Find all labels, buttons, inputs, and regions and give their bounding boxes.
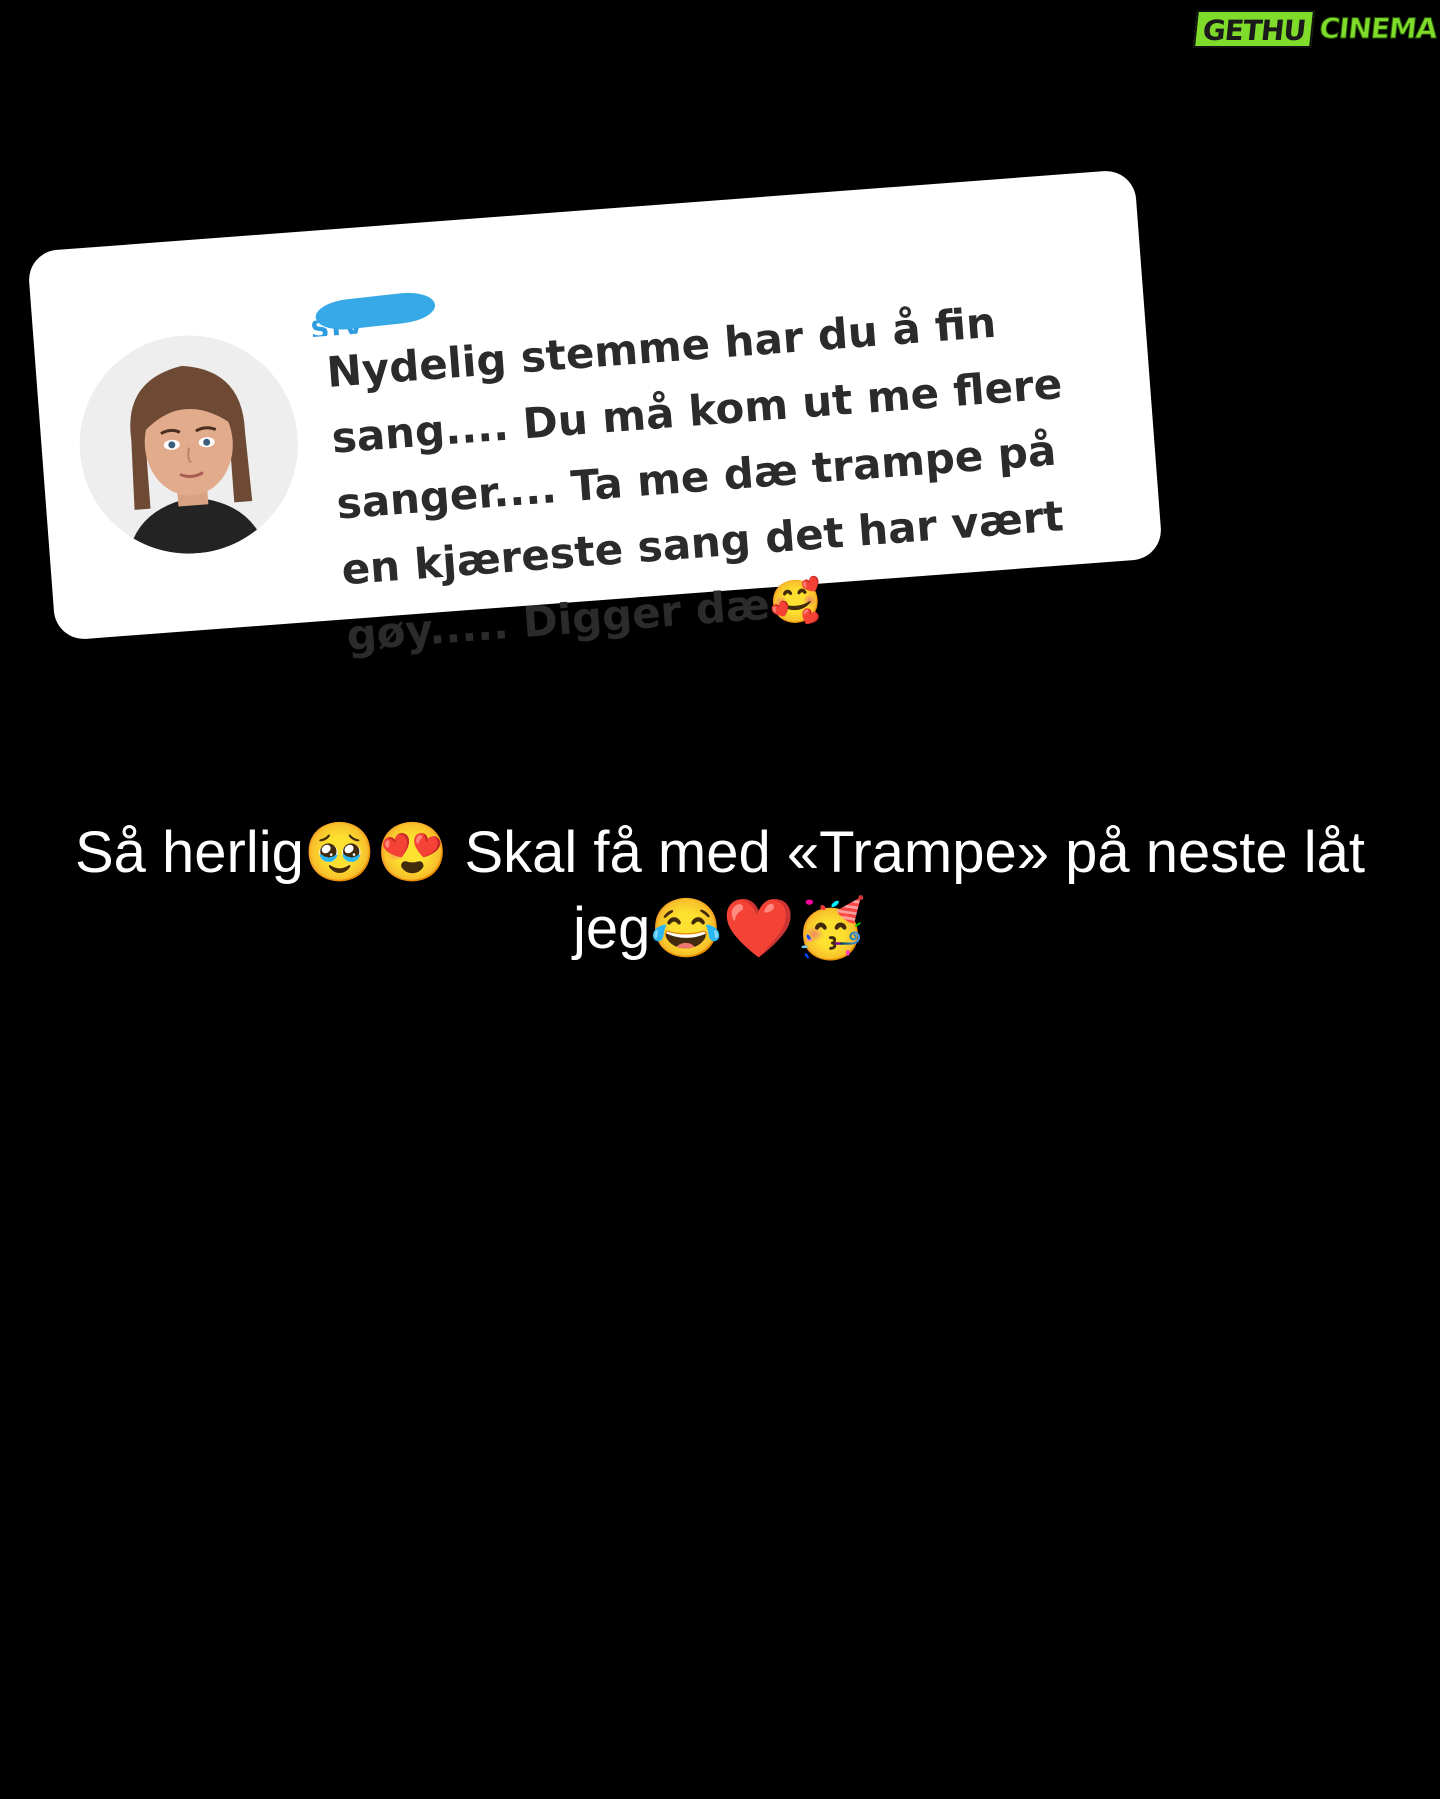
watermark-right: CINEMA <box>1317 12 1439 46</box>
bitmoji-avatar-icon <box>71 327 306 562</box>
comment-card: SIV Nydelig stemme har du å fin sang....… <box>26 168 1164 660</box>
redaction-scribble <box>314 289 437 333</box>
watermark-logo: GETHU CINEMA <box>1192 10 1439 48</box>
reply-text: Så herlig🥹😍 Skal få med «Trampe» på nest… <box>74 820 1366 961</box>
comment-text: Nydelig stemme har du å fin sang.... Du … <box>324 297 1066 661</box>
watermark-left: GETHU <box>1192 10 1315 48</box>
